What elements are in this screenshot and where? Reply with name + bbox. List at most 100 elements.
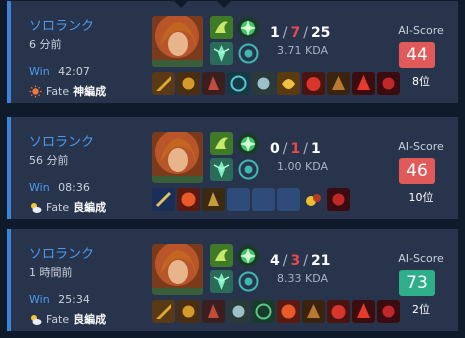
match-card[interactable]: ソロランク 56 分前 Win 08:36 Fate 良編成 0/1/1 1.0… [7,117,458,219]
summoner-spell-icon[interactable] [210,270,233,293]
kills: 1 [270,25,280,41]
sun-icon [29,85,42,98]
queue-type: ソロランク [29,247,95,262]
ai-score-badge: 46 [399,158,435,184]
secondary-rune-icon[interactable] [238,271,259,292]
item-icon[interactable] [277,300,300,323]
summoner-spell-icon[interactable] [210,132,233,155]
partly-cloudy-icon [29,313,42,326]
item-icon[interactable] [227,300,250,323]
item-icon[interactable] [352,300,375,323]
deaths: 1 [290,141,301,157]
kda-ratio: 8.33 KDA [277,272,329,285]
item-icon[interactable] [202,188,225,211]
queue-type: ソロランク [29,135,95,150]
time-ago: 56 分前 [29,154,69,167]
match-result: Win 25:34 [29,293,90,306]
fate-row: Fate 良編成 [29,311,106,327]
item-icon[interactable] [327,72,350,95]
item-icon[interactable] [177,72,200,95]
ai-score-label: AI-Score [398,24,444,37]
partly-cloudy-icon [29,201,42,214]
item-icon[interactable] [302,72,325,95]
fate-label: Fate [46,200,70,214]
summoner-spell-icon[interactable] [210,158,233,181]
card-notch [174,1,188,8]
match-card[interactable]: ソロランク 1 時間前 Win 25:34 Fate 良編成 4/3/21 8.… [7,229,458,331]
deaths: 7 [290,25,301,41]
item-icon[interactable] [327,300,350,323]
placement-rank: 2位 [412,303,430,316]
secondary-rune-icon[interactable] [238,43,259,64]
ai-score-badge: 44 [399,42,435,68]
fate-tier: 神編成 [73,85,107,98]
kda-ratio: 1.00 KDA [277,160,329,173]
kills: 0 [270,141,280,157]
item-icon[interactable] [202,300,225,323]
keystone-rune-icon[interactable] [236,132,260,156]
item-row [152,188,350,211]
match-result: Win 42:07 [29,65,90,78]
time-ago: 6 分前 [29,38,62,51]
queue-type: ソロランク [29,19,95,34]
card-notch [217,1,231,8]
kills: 4 [270,253,280,269]
summoner-spell-icon[interactable] [210,42,233,65]
item-icon[interactable] [352,72,375,95]
ai-score-label: AI-Score [398,140,444,153]
kda-ratio: 3.71 KDA [277,44,329,57]
item-icon[interactable] [177,300,200,323]
placement-rank: 8位 [412,75,430,88]
kda-score: 4/3/21 [270,253,331,269]
item-icon[interactable] [302,300,325,323]
result-label: Win [29,181,50,194]
time-ago: 1 時間前 [29,266,73,279]
fate-tier: 良編成 [73,201,107,214]
fate-row: Fate 良編成 [29,199,106,215]
ai-score-label: AI-Score [398,252,444,265]
item-icon[interactable] [277,72,300,95]
item-row [152,300,400,323]
kda-score: 1/7/25 [270,25,331,41]
item-icon[interactable] [252,72,275,95]
deaths: 3 [290,253,301,269]
empty-item-slot [277,188,300,211]
summoner-spell-icon[interactable] [210,16,233,39]
item-row [152,72,400,95]
item-icon[interactable] [152,188,175,211]
empty-item-slot [252,188,275,211]
item-icon[interactable] [252,300,275,323]
match-result: Win 08:36 [29,181,90,194]
match-card[interactable]: ソロランク 6 分前 Win 42:07 Fate 神編成 1/7/25 3.7… [7,1,458,103]
empty-item-slot [227,188,250,211]
fate-row: Fate 神編成 [29,83,106,99]
secondary-rune-icon[interactable] [238,159,259,180]
item-icon[interactable] [177,188,200,211]
champion-portrait[interactable] [152,16,203,67]
summoner-spell-icon[interactable] [210,244,233,267]
champion-portrait[interactable] [152,244,203,295]
item-icon[interactable] [152,72,175,95]
item-icon[interactable] [227,72,250,95]
assists: 1 [310,141,321,157]
result-label: Win [29,65,50,78]
keystone-rune-icon[interactable] [236,16,260,40]
item-icon[interactable] [152,300,175,323]
ai-score-badge: 73 [399,270,435,296]
placement-rank: 10位 [408,191,434,204]
assists: 21 [310,253,331,269]
kda-score: 0/1/1 [270,141,321,157]
champion-portrait[interactable] [152,132,203,183]
match-duration: 42:07 [58,65,90,78]
fate-label: Fate [46,312,70,326]
keystone-rune-icon[interactable] [236,244,260,268]
item-icon[interactable] [327,188,350,211]
result-label: Win [29,293,50,306]
fate-tier: 良編成 [73,313,107,326]
match-duration: 25:34 [58,293,90,306]
item-icon[interactable] [202,72,225,95]
item-icon[interactable] [302,188,325,211]
fate-label: Fate [46,84,70,98]
assists: 25 [310,25,331,41]
match-duration: 08:36 [58,181,90,194]
